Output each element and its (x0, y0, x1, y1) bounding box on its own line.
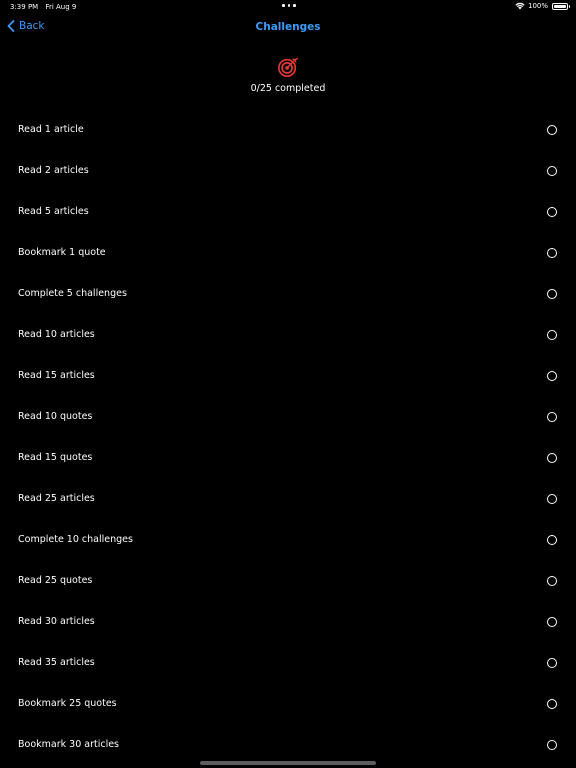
incomplete-circle-icon[interactable] (547, 248, 557, 258)
challenge-label: Bookmark 1 quote (18, 247, 106, 258)
battery-percent: 100% (527, 2, 548, 10)
incomplete-circle-icon[interactable] (547, 740, 557, 750)
challenge-label: Read 1 article (18, 124, 84, 135)
status-bar: 3:39 PM Fri Aug 9 100% (0, 0, 576, 14)
incomplete-circle-icon[interactable] (547, 166, 557, 176)
incomplete-circle-icon[interactable] (547, 576, 557, 586)
incomplete-circle-icon[interactable] (547, 125, 557, 135)
incomplete-circle-icon[interactable] (547, 371, 557, 381)
navigation-bar: Back Challenges (0, 14, 576, 44)
challenge-label: Bookmark 30 articles (18, 739, 120, 750)
incomplete-circle-icon[interactable] (547, 330, 557, 340)
page-title: Challenges (255, 21, 321, 33)
challenge-label: Complete 5 challenges (18, 288, 127, 299)
challenge-row[interactable]: Complete 5 challenges (0, 274, 576, 315)
incomplete-circle-icon[interactable] (547, 412, 557, 422)
incomplete-circle-icon[interactable] (547, 658, 557, 668)
challenge-label: Read 35 articles (18, 657, 95, 668)
challenge-label: Read 10 quotes (18, 411, 93, 422)
challenge-label: Read 15 articles (18, 370, 95, 381)
incomplete-circle-icon[interactable] (547, 453, 557, 463)
progress-text: 0/25 completed (250, 83, 326, 94)
challenge-label: Read 10 articles (18, 329, 95, 340)
challenge-row[interactable]: Bookmark 25 quotes (0, 684, 576, 725)
challenge-row[interactable]: Read 10 quotes (0, 397, 576, 438)
challenge-row[interactable]: Read 1 article (0, 110, 576, 151)
incomplete-circle-icon[interactable] (547, 535, 557, 545)
challenge-row[interactable]: Read 15 quotes (0, 438, 576, 479)
challenge-label: Read 15 quotes (18, 452, 93, 463)
challenge-row[interactable]: Read 10 articles (0, 315, 576, 356)
challenge-row[interactable]: Bookmark 1 quote (0, 233, 576, 274)
challenge-row[interactable]: Bookmark 30 articles (0, 725, 576, 766)
challenge-row[interactable]: Read 5 articles (0, 192, 576, 233)
incomplete-circle-icon[interactable] (547, 617, 557, 627)
challenge-label: Complete 10 challenges (18, 534, 133, 545)
challenge-label: Read 25 articles (18, 493, 95, 504)
incomplete-circle-icon[interactable] (547, 494, 557, 504)
challenge-row[interactable]: Read 35 articles (0, 643, 576, 684)
target-icon (278, 57, 299, 77)
battery-icon (552, 2, 570, 10)
status-indicators: 100% (515, 2, 570, 10)
incomplete-circle-icon[interactable] (547, 289, 557, 299)
battery-fill (554, 4, 566, 8)
challenge-label: Read 25 quotes (18, 575, 93, 586)
challenge-row[interactable]: Read 15 articles (0, 356, 576, 397)
challenge-label: Read 2 articles (18, 165, 89, 176)
challenge-row[interactable]: Read 30 articles (0, 602, 576, 643)
challenge-list: Read 1 article Read 2 articles Read 5 ar… (0, 110, 576, 766)
challenge-label: Read 30 articles (18, 616, 95, 627)
multitasking-dots-icon[interactable] (282, 4, 296, 8)
incomplete-circle-icon[interactable] (547, 207, 557, 217)
challenge-row[interactable]: Read 25 articles (0, 479, 576, 520)
challenge-row[interactable]: Complete 10 challenges (0, 520, 576, 561)
challenges-summary: 0/25 completed (0, 56, 576, 94)
challenge-row[interactable]: Read 2 articles (0, 151, 576, 192)
challenge-label: Read 5 articles (18, 206, 89, 217)
incomplete-circle-icon[interactable] (547, 699, 557, 709)
challenge-row[interactable]: Read 25 quotes (0, 561, 576, 602)
status-time: 3:39 PM (10, 3, 39, 11)
home-indicator[interactable] (200, 761, 376, 765)
wifi-icon (515, 2, 525, 10)
challenge-label: Bookmark 25 quotes (18, 698, 117, 709)
status-time-date: 3:39 PM Fri Aug 9 (10, 3, 81, 11)
status-date: Fri Aug 9 (45, 3, 77, 11)
